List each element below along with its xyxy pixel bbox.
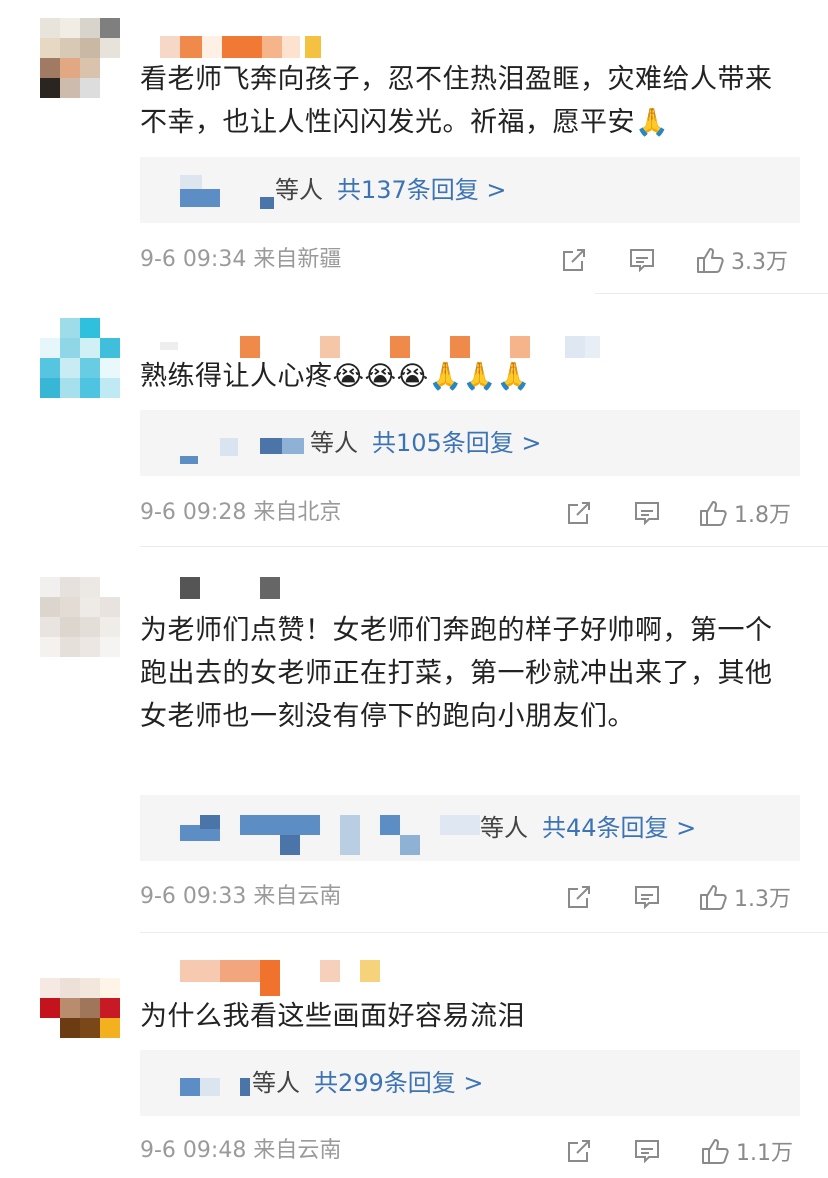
comment-text: 为什么我看这些画面好容易流泪 — [140, 1001, 525, 1032]
location: 来自云南 — [253, 1138, 342, 1163]
share-icon — [565, 499, 593, 527]
like-button[interactable]: 3.3万 — [695, 245, 788, 275]
comment-item: 熟练得让人心疼😭😭😭🙏🙏🙏 等人 共105条回复 > 9-6 09:28 来自北京… — [0, 295, 828, 547]
reply-count-link[interactable]: 共105条回复 > — [372, 429, 542, 457]
like-count: 3.3万 — [731, 250, 788, 275]
thumbs-up-icon — [698, 498, 728, 528]
comment-icon — [633, 499, 661, 527]
like-button[interactable]: 1.8万 — [698, 498, 791, 528]
comment-item: 为什么我看这些画面好容易流泪 等人 共299条回复 > 9-6 09:48 来自云… — [0, 933, 828, 1178]
comment-icon — [633, 1137, 661, 1165]
comment-text: 熟练得让人心疼😭😭😭🙏🙏🙏 — [140, 361, 531, 392]
reply-summary[interactable]: 等人 共137条回复 > — [140, 157, 800, 223]
comment-button[interactable] — [633, 882, 661, 912]
location: 来自北京 — [253, 500, 342, 525]
reply-count-link[interactable]: 共137条回复 > — [337, 176, 507, 204]
avatar[interactable] — [40, 958, 120, 1038]
comment-text: 为老师们点赞！女老师们奔跑的样子好帅啊，第一个跑出去的女老师正在打菜，第一秒就冲… — [140, 615, 773, 732]
share-icon — [560, 246, 588, 274]
like-button[interactable]: 1.3万 — [698, 882, 791, 912]
reply-count-link[interactable]: 共44条回复 > — [542, 814, 696, 842]
username-blurred[interactable] — [160, 36, 360, 58]
comment-button[interactable] — [628, 245, 656, 275]
username-blurred[interactable] — [160, 960, 400, 996]
timestamp: 9-6 09:33 — [140, 884, 247, 909]
share-button[interactable] — [560, 245, 588, 275]
comment-item: 为老师们点赞！女老师们奔跑的样子好帅啊，第一个跑出去的女老师正在打菜，第一秒就冲… — [0, 547, 828, 933]
timestamp: 9-6 09:48 — [140, 1138, 247, 1163]
avatar[interactable] — [40, 18, 120, 98]
comment-button[interactable] — [633, 498, 661, 528]
share-button[interactable] — [565, 882, 593, 912]
comment-meta: 9-6 09:34 来自新疆 3.3万 — [140, 245, 800, 275]
location: 来自云南 — [253, 884, 342, 909]
share-icon — [565, 1137, 593, 1165]
timestamp: 9-6 09:34 — [140, 247, 247, 272]
timestamp: 9-6 09:28 — [140, 500, 247, 525]
like-button[interactable]: 1.1万 — [700, 1136, 793, 1166]
comment-meta: 9-6 09:48 来自云南 1.1万 — [140, 1136, 800, 1166]
reply-label: 等人 — [480, 814, 528, 842]
comment-text: 看老师飞奔向孩子，忍不住热泪盈眶，灾难给人带来不幸，也让人性闪闪发光。祈福，愿平… — [140, 64, 773, 138]
comment-item: 看老师飞奔向孩子，忍不住热泪盈眶，灾难给人带来不幸，也让人性闪闪发光。祈福，愿平… — [0, 0, 828, 295]
thumbs-up-icon — [700, 1136, 730, 1166]
comment-button[interactable] — [633, 1136, 661, 1166]
comment-meta: 9-6 09:28 来自北京 1.8万 — [140, 498, 800, 528]
thumbs-up-icon — [695, 245, 725, 275]
share-button[interactable] — [565, 1136, 593, 1166]
thumbs-up-icon — [698, 882, 728, 912]
comment-icon — [633, 883, 661, 911]
reply-label: 等人 — [310, 429, 358, 457]
reply-count-link[interactable]: 共299条回复 > — [314, 1069, 484, 1097]
like-count: 1.3万 — [734, 887, 791, 912]
reply-label: 等人 — [252, 1069, 300, 1097]
comment-meta: 9-6 09:33 来自云南 1.3万 — [140, 882, 800, 912]
reply-summary[interactable]: 等人 共44条回复 > — [140, 795, 800, 861]
username-blurred[interactable] — [160, 577, 300, 599]
location: 来自新疆 — [253, 247, 342, 272]
like-count: 1.1万 — [736, 1141, 793, 1166]
comment-icon — [628, 246, 656, 274]
avatar[interactable] — [40, 318, 120, 398]
share-button[interactable] — [565, 498, 593, 528]
avatar[interactable] — [40, 577, 120, 657]
reply-label: 等人 — [275, 176, 323, 204]
divider — [595, 293, 828, 294]
share-icon — [565, 883, 593, 911]
reply-summary[interactable]: 等人 共299条回复 > — [140, 1050, 800, 1116]
reply-summary[interactable]: 等人 共105条回复 > — [140, 410, 800, 476]
like-count: 1.8万 — [734, 503, 791, 528]
